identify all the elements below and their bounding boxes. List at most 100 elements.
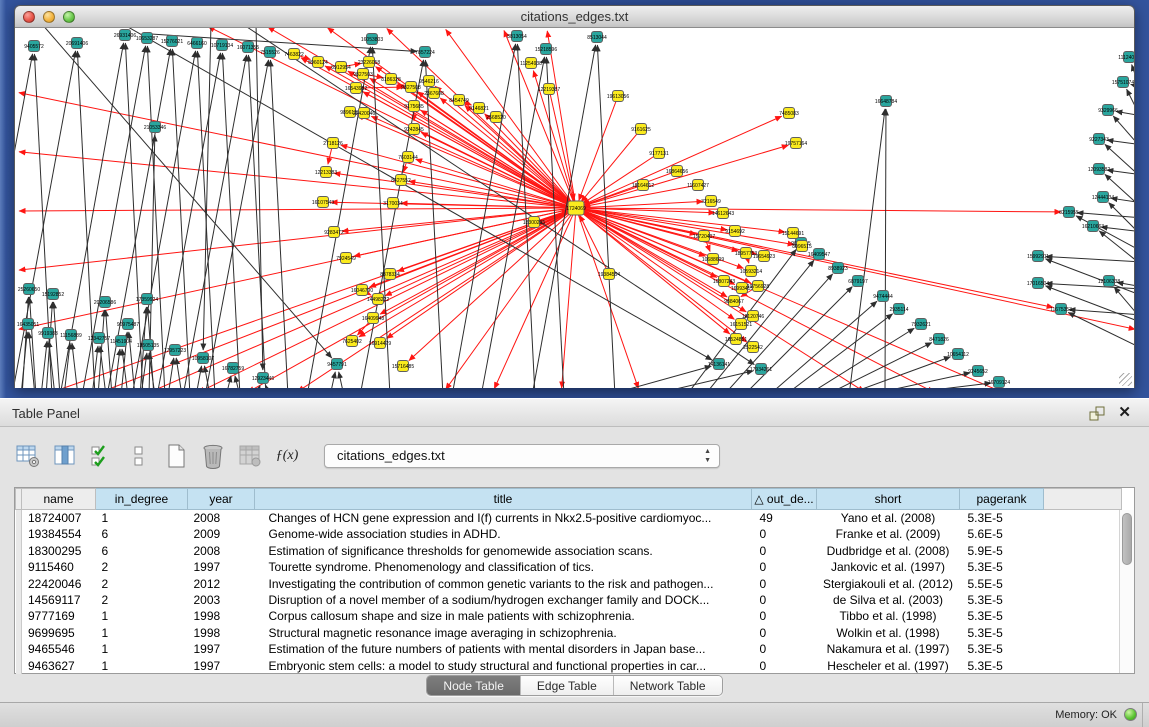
memory-ok-indicator[interactable] — [1124, 708, 1137, 721]
network-table-selector[interactable]: citations_edges.txt ▲▼ — [324, 444, 720, 468]
table-cell[interactable]: 1997 — [188, 641, 255, 657]
column-header-year[interactable]: year — [188, 489, 255, 510]
table-cell[interactable]: 22420046 — [22, 576, 96, 592]
column-header-out-degree[interactable]: △ out_de... — [752, 489, 817, 510]
table-cell[interactable]: 5.3E-5 — [960, 658, 1044, 674]
table-cell[interactable]: 9463627 — [22, 658, 96, 674]
table-cell[interactable]: Jankovic et al. (1997) — [817, 559, 960, 575]
column-header-short[interactable]: short — [817, 489, 960, 510]
unselect-columns-icon[interactable] — [125, 441, 153, 471]
table-cell[interactable]: 0 — [752, 526, 817, 542]
table-cell[interactable]: 5.3E-5 — [960, 608, 1044, 624]
table-cell[interactable]: 0 — [752, 641, 817, 657]
table-cell[interactable]: 18300295 — [22, 543, 96, 559]
delete-column-icon[interactable] — [199, 441, 227, 471]
table-cell[interactable]: 2008 — [188, 543, 255, 559]
table-cell[interactable]: 5.3E-5 — [960, 641, 1044, 657]
window-resize-grip[interactable] — [1119, 373, 1132, 386]
table-scrollbar[interactable] — [1119, 510, 1134, 673]
table-cell[interactable]: Structural magnetic resonance image aver… — [255, 625, 752, 641]
select-columns-icon[interactable] — [88, 441, 116, 471]
table-row[interactable]: 946362711997Embryonic stem cells: a mode… — [16, 658, 1122, 674]
table-cell[interactable]: 1998 — [188, 608, 255, 624]
table-cell[interactable]: 6 — [96, 526, 188, 542]
table-cell[interactable]: Hescheler et al. (1997) — [817, 658, 960, 674]
table-cell[interactable]: 9777169 — [22, 608, 96, 624]
table-row[interactable]: 946554611997Estimation of the future num… — [16, 641, 1122, 657]
table-row[interactable]: 1456911722003Disruption of a novel membe… — [16, 592, 1122, 608]
table-row[interactable]: 969969511998Structural magnetic resonanc… — [16, 625, 1122, 641]
column-header-in-degree[interactable]: in_degree — [96, 489, 188, 510]
table-cell[interactable]: 2 — [96, 592, 188, 608]
table-cell[interactable]: Investigating the contribution of common… — [255, 576, 752, 592]
table-cell[interactable]: 9699695 — [22, 625, 96, 641]
table-cell[interactable]: 0 — [752, 658, 817, 674]
table-cell[interactable]: Estimation of significance thresholds fo… — [255, 543, 752, 559]
network-window-titlebar[interactable]: citations_edges.txt — [15, 6, 1134, 28]
close-panel-icon[interactable]: ✕ — [1118, 403, 1131, 421]
table-cell[interactable]: 2 — [96, 576, 188, 592]
table-cell[interactable]: 1 — [96, 510, 188, 527]
table-cell[interactable]: 1997 — [188, 559, 255, 575]
table-cell[interactable]: 1 — [96, 608, 188, 624]
column-header-title[interactable]: title — [255, 489, 752, 510]
table-cell[interactable]: Franke et al. (2009) — [817, 526, 960, 542]
table-cell[interactable]: Nakamura et al. (1997) — [817, 641, 960, 657]
table-cell[interactable]: 9115460 — [22, 559, 96, 575]
table-cell[interactable]: 1 — [96, 658, 188, 674]
table-row[interactable]: 1830029562008Estimation of significance … — [16, 543, 1122, 559]
table-cell[interactable]: 2003 — [188, 592, 255, 608]
table-cell[interactable]: Genome-wide association studies in ADHD. — [255, 526, 752, 542]
column-header-pagerank[interactable]: pagerank — [960, 489, 1044, 510]
table-cell[interactable]: 5.3E-5 — [960, 510, 1044, 527]
table-cell[interactable]: 0 — [752, 608, 817, 624]
table-cell[interactable]: 2009 — [188, 526, 255, 542]
table-cell[interactable]: 0 — [752, 592, 817, 608]
table-cell[interactable]: 1 — [96, 625, 188, 641]
table-row[interactable]: 1872400712008Changes of HCN gene express… — [16, 510, 1122, 527]
table-cell[interactable]: 1 — [96, 641, 188, 657]
table-cell[interactable]: 14569117 — [22, 592, 96, 608]
table-cell[interactable]: Corpus callosum shape and size in male p… — [255, 608, 752, 624]
table-cell[interactable]: Estimation of the future numbers of pati… — [255, 641, 752, 657]
tab-network-table[interactable]: Network Table — [613, 676, 722, 695]
table-cell[interactable]: Embryonic stem cells: a model to study s… — [255, 658, 752, 674]
table-cell[interactable]: 5.3E-5 — [960, 559, 1044, 575]
table-cell[interactable]: 2008 — [188, 510, 255, 527]
table-cell[interactable]: 9465546 — [22, 641, 96, 657]
table-row[interactable]: 2242004622012Investigating the contribut… — [16, 576, 1122, 592]
table-cell[interactable]: 1997 — [188, 658, 255, 674]
table-cell[interactable]: 2012 — [188, 576, 255, 592]
network-canvas[interactable]: 9405572206914062693140610653287152760216… — [15, 28, 1134, 388]
tab-edge-table[interactable]: Edge Table — [520, 676, 613, 695]
table-cell[interactable]: 19384554 — [22, 526, 96, 542]
table-cell[interactable]: Changes of HCN gene expression and I(f) … — [255, 510, 752, 527]
table-settings-icon[interactable] — [14, 441, 42, 471]
table-row[interactable]: 911546021997Tourette syndrome. Phenomeno… — [16, 559, 1122, 575]
column-header-name[interactable]: name — [22, 489, 96, 510]
table-cell[interactable]: Disruption of a novel member of a sodium… — [255, 592, 752, 608]
table-row[interactable]: 1938455462009Genome-wide association stu… — [16, 526, 1122, 542]
show-column-icon[interactable] — [51, 441, 79, 471]
table-cell[interactable]: 2 — [96, 559, 188, 575]
table-cell[interactable]: Dudbridge et al. (2008) — [817, 543, 960, 559]
table-cell[interactable]: Yano et al. (2008) — [817, 510, 960, 527]
table-cell[interactable]: Wolkin et al. (1998) — [817, 625, 960, 641]
table-cell[interactable]: 5.9E-5 — [960, 543, 1044, 559]
table-cell[interactable]: 5.3E-5 — [960, 625, 1044, 641]
float-panel-icon[interactable] — [1089, 406, 1105, 421]
tab-node-table[interactable]: Node Table — [427, 676, 520, 695]
table-row[interactable]: 977716911998Corpus callosum shape and si… — [16, 608, 1122, 624]
function-builder-icon[interactable]: ƒ(x) — [273, 441, 301, 471]
table-cell[interactable]: 1998 — [188, 625, 255, 641]
table-cell[interactable]: 6 — [96, 543, 188, 559]
table-cell[interactable]: 0 — [752, 559, 817, 575]
table-cell[interactable]: 0 — [752, 576, 817, 592]
table-cell[interactable]: Stergiakouli et al. (2012) — [817, 576, 960, 592]
table-cell[interactable]: Tourette syndrome. Phenomenology and cla… — [255, 559, 752, 575]
table-cell[interactable]: 5.3E-5 — [960, 592, 1044, 608]
table-cell[interactable]: 5.5E-5 — [960, 576, 1044, 592]
table-cell[interactable]: 0 — [752, 625, 817, 641]
table-scrollbar-thumb[interactable] — [1122, 513, 1132, 565]
table-cell[interactable]: 49 — [752, 510, 817, 527]
